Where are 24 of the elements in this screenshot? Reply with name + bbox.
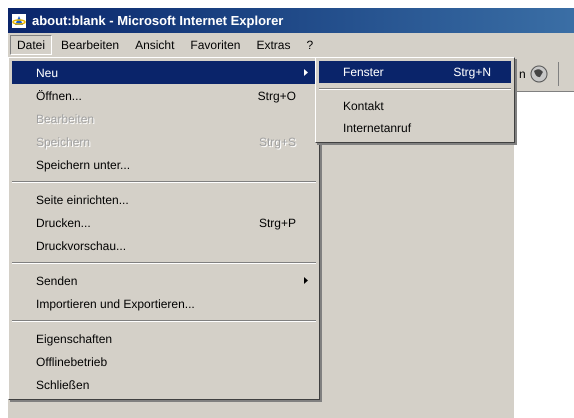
menu-bar-item[interactable]: Extras [249, 35, 298, 55]
menu-item[interactable]: Importieren und Exportieren... [12, 292, 316, 315]
toolbar-label: n [519, 66, 526, 83]
menu-item[interactable]: Senden [12, 269, 316, 292]
menu-item[interactable]: Neu [12, 61, 316, 84]
menu-item[interactable]: Internetanruf [319, 117, 511, 139]
menu-bar-item[interactable]: Ansicht [128, 35, 182, 55]
menu-item[interactable]: Drucken... Strg+P [12, 211, 316, 234]
menu-item[interactable]: Öffnen... Strg+O [12, 84, 316, 107]
menu-item[interactable]: Schließen [12, 373, 316, 396]
window-title: about:blank - Microsoft Internet Explorer [32, 12, 284, 30]
menu-item[interactable]: Eigenschaften [12, 327, 316, 350]
menu-item[interactable]: Offlinebetrieb [12, 350, 316, 373]
browser-icon [11, 12, 27, 28]
menu-item[interactable]: Speichern unter... [12, 153, 316, 176]
globe-icon[interactable] [530, 65, 548, 83]
menu-item[interactable]: Druckvorschau... [12, 234, 316, 257]
menu-item[interactable]: Fenster Strg+N [319, 61, 511, 83]
menu-bar-item[interactable]: Datei [10, 35, 52, 55]
menu-bar-item[interactable]: Favoriten [183, 35, 248, 55]
menu-item[interactable]: Seite einrichten... [12, 188, 316, 211]
menu-item[interactable]: Kontakt [319, 95, 511, 117]
menu-bar-item[interactable]: Bearbeiten [54, 35, 126, 55]
menu-bar-item[interactable]: ? [299, 35, 320, 55]
